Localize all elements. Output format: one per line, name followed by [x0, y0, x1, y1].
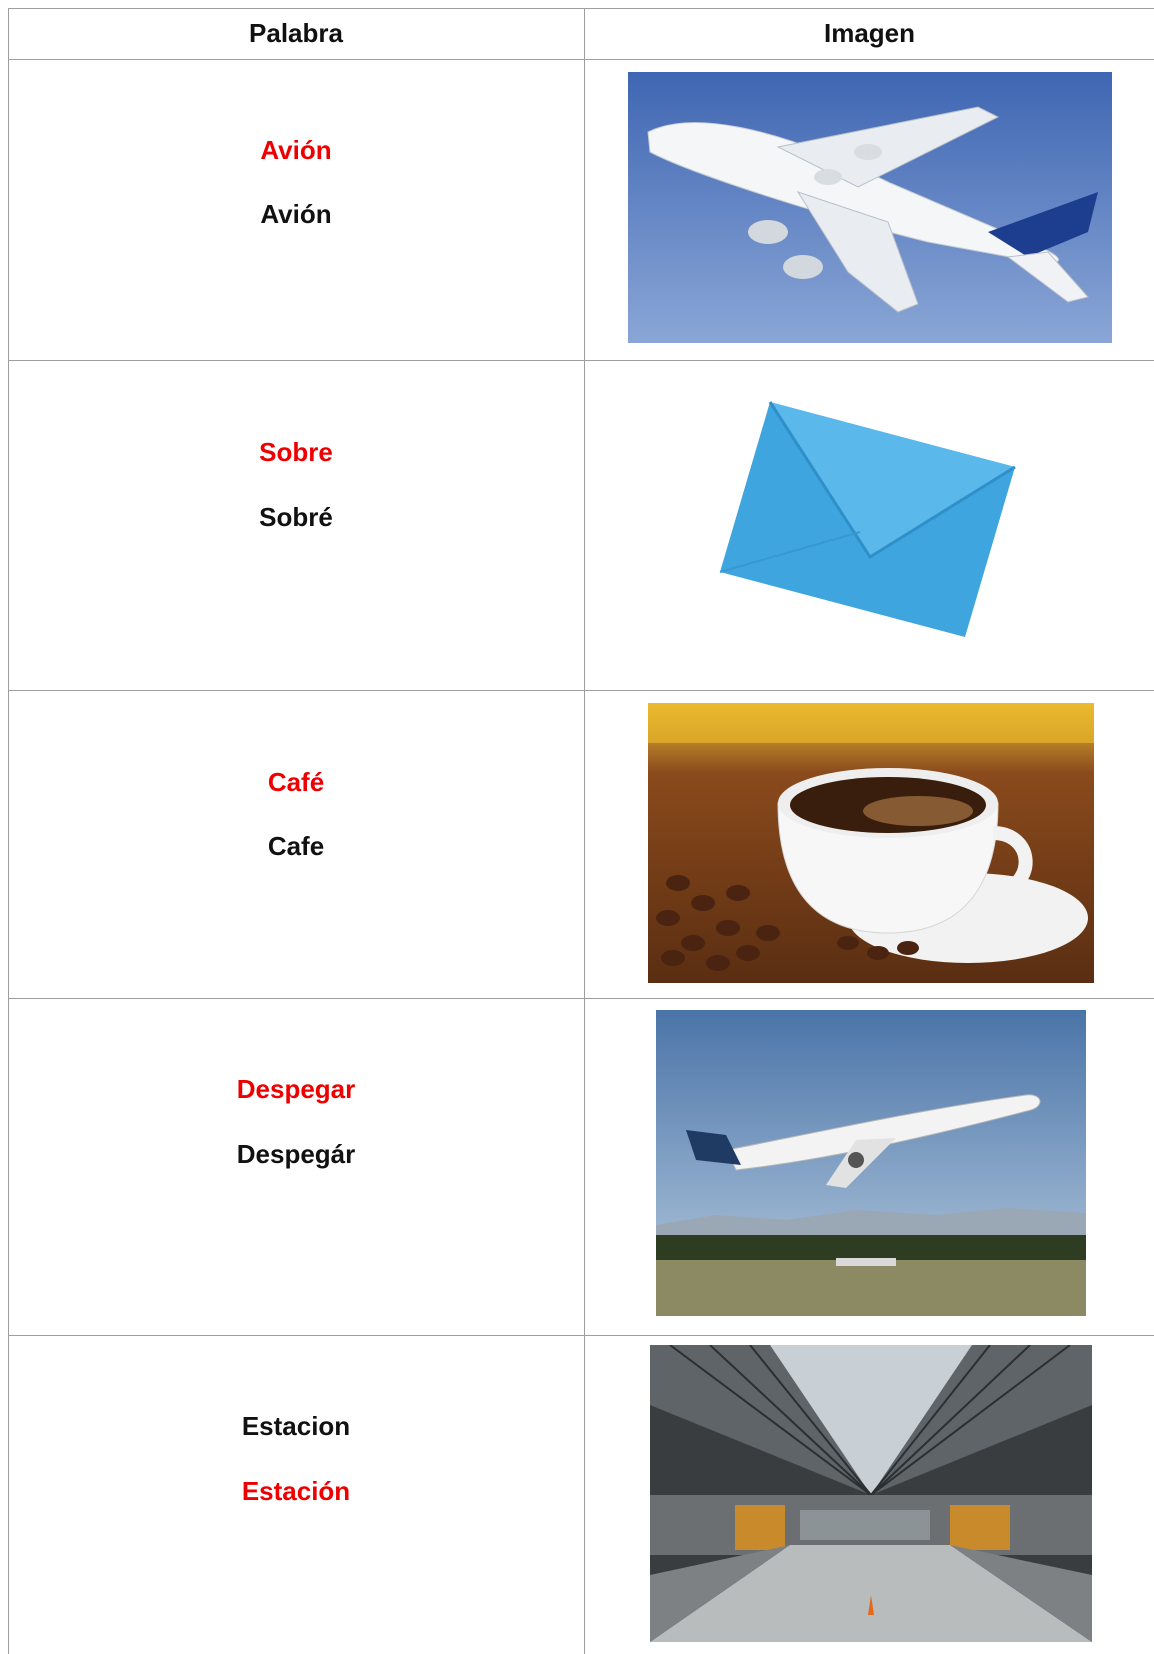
word-correct: Sobre: [259, 437, 333, 467]
word-variant: Sobré: [259, 502, 333, 532]
word-variant: Estacion: [241, 1411, 351, 1441]
table-border: [8, 690, 1154, 691]
table-border: [8, 360, 1154, 361]
table-border: [8, 1335, 1154, 1336]
table-border: [8, 59, 1154, 60]
envelope-photo: [710, 397, 1020, 637]
table-border: [8, 8, 1154, 9]
airplane-takeoff-photo: [656, 1010, 1086, 1316]
coffee-cup-photo: [648, 703, 1094, 983]
word-correct: Estación: [241, 1476, 351, 1506]
word-variant: Cafe: [267, 831, 325, 861]
train-station-photo: [650, 1345, 1092, 1642]
word-variant: Avión: [260, 199, 332, 229]
table-border: [584, 8, 585, 1654]
word-correct: Café: [267, 767, 325, 797]
table-border: [8, 998, 1154, 999]
word-variant: Despegár: [236, 1139, 356, 1169]
vocabulary-table: Palabra Imagen Avión Avión Sobre Sobré C…: [0, 0, 1154, 1654]
header-imagen: Imagen: [823, 18, 916, 48]
word-correct: Despegar: [236, 1074, 356, 1104]
airplane-photo: [628, 72, 1112, 343]
header-palabra: Palabra: [249, 18, 343, 48]
word-correct: Avión: [260, 135, 332, 165]
